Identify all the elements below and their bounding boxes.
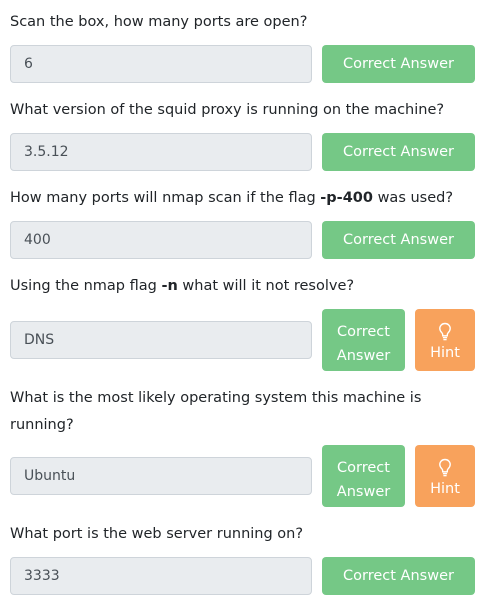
button-label-line: Correct: [337, 323, 390, 340]
question-text-part: was used?: [372, 190, 454, 206]
correct-answer-button[interactable]: Correct Answer: [322, 445, 405, 507]
question-block-1: Scan the box, how many ports are open? 6…: [10, 9, 475, 83]
answer-field[interactable]: 3.5.12: [10, 133, 312, 171]
button-label-line: Answer: [336, 483, 391, 500]
correct-answer-button[interactable]: Correct Answer: [322, 557, 475, 595]
question-text-part: What version of the squid proxy is runni…: [10, 102, 445, 118]
correct-answer-button[interactable]: Correct Answer: [322, 133, 475, 171]
answer-row: 6 Correct Answer: [10, 45, 475, 83]
hint-label: Hint: [430, 480, 460, 497]
answer-field[interactable]: 6: [10, 45, 312, 83]
hint-button[interactable]: Hint: [415, 445, 475, 507]
question-block-3: How many ports will nmap scan if the fla…: [10, 185, 475, 259]
question-block-2: What version of the squid proxy is runni…: [10, 97, 475, 171]
answer-row: 3333 Correct Answer: [10, 557, 475, 595]
lightbulb-icon: [415, 322, 475, 342]
question-text: Using the nmap flag -n what will it not …: [10, 273, 475, 300]
question-block-4: Using the nmap flag -n what will it not …: [10, 273, 475, 371]
answer-row: 3.5.12 Correct Answer: [10, 133, 475, 171]
question-text: Scan the box, how many ports are open?: [10, 9, 475, 36]
answer-field[interactable]: Ubuntu: [10, 457, 312, 495]
hint-label: Hint: [430, 344, 460, 361]
hint-button[interactable]: Hint: [415, 309, 475, 371]
answer-row: 400 Correct Answer: [10, 221, 475, 259]
question-text: What is the most likely operating system…: [10, 385, 430, 439]
answer-row: Ubuntu: [10, 457, 312, 495]
question-text: How many ports will nmap scan if the fla…: [10, 185, 475, 212]
correct-answer-button[interactable]: Correct Answer: [322, 309, 405, 371]
question-text-part: Scan the box, how many ports are open?: [10, 14, 308, 30]
button-label-line: Correct: [337, 459, 390, 476]
question-text-part: What port is the web server running on?: [10, 526, 304, 542]
question-text: What port is the web server running on?: [10, 521, 475, 548]
question-text-part: Using the nmap flag: [10, 278, 162, 294]
question-text: What version of the squid proxy is runni…: [10, 97, 475, 124]
lightbulb-icon: [415, 458, 475, 478]
button-label-line: Answer: [336, 347, 391, 364]
question-text-part: What is the most likely operating system…: [10, 390, 422, 433]
question-flag-text: -n: [161, 278, 178, 294]
question-text-part: How many ports will nmap scan if the fla…: [10, 190, 321, 206]
question-text-part: what will it not resolve?: [177, 278, 355, 294]
question-flag-text: -p-400: [320, 190, 373, 206]
question-block-5: What is the most likely operating system…: [10, 385, 475, 507]
answer-field[interactable]: DNS: [10, 321, 312, 359]
correct-answer-button[interactable]: Correct Answer: [322, 221, 475, 259]
answer-row: DNS: [10, 321, 312, 359]
question-block-6: What port is the web server running on? …: [10, 521, 475, 595]
correct-answer-button[interactable]: Correct Answer: [322, 45, 475, 83]
answer-field[interactable]: 400: [10, 221, 312, 259]
answer-field[interactable]: 3333: [10, 557, 312, 595]
